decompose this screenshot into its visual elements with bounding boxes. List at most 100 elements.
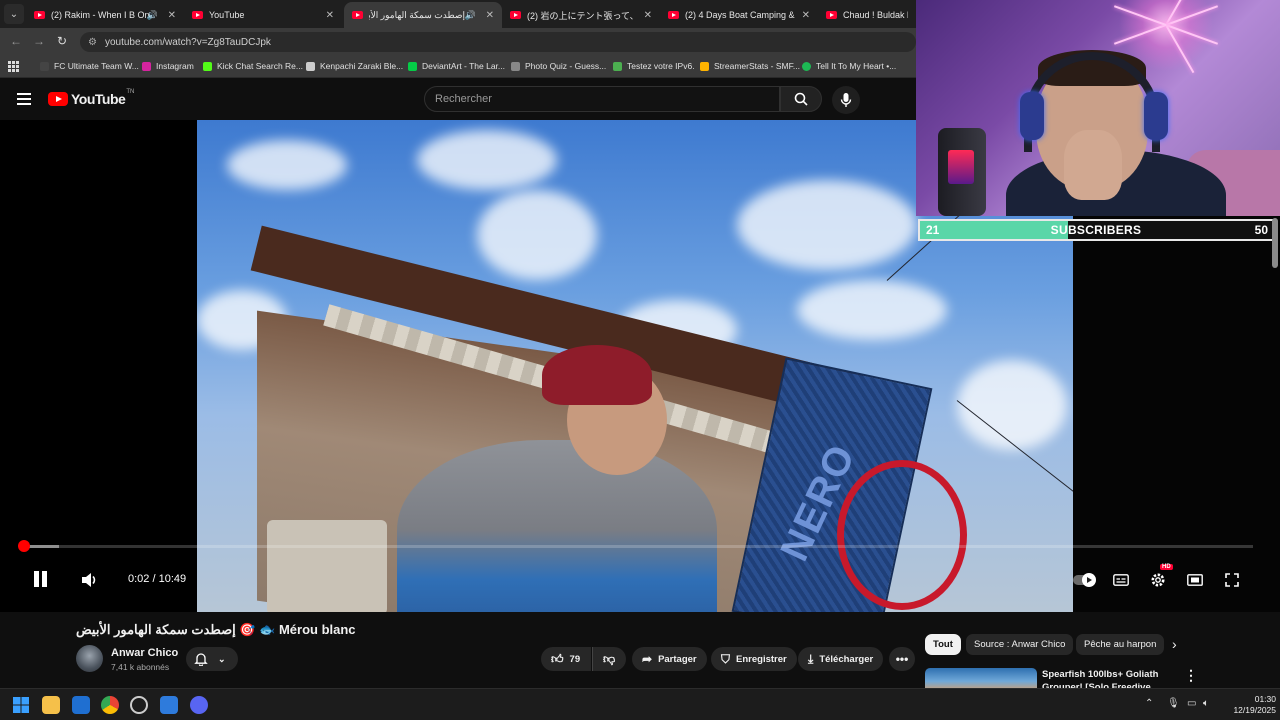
chevron-up-icon[interactable]: ⌃ (1145, 698, 1153, 709)
voice-search-button[interactable] (832, 86, 860, 114)
apps-grid-icon[interactable] (8, 61, 19, 72)
forward-arrow-icon[interactable]: → (33, 34, 45, 48)
volume-tray-icon[interactable]: 🔈︎ (1203, 698, 1209, 709)
youtube-favicon-icon (352, 11, 363, 19)
pause-button[interactable] (32, 570, 48, 588)
app-icon[interactable] (160, 696, 178, 714)
site-info-icon[interactable]: ⚙ (88, 37, 97, 48)
bookmark-favicon-icon (613, 61, 622, 71)
bookmark-item[interactable]: Testez votre IPv6. (613, 61, 695, 71)
file-explorer-icon[interactable] (42, 696, 60, 714)
youtube-favicon-icon (192, 11, 203, 19)
browser-tab[interactable]: (2) 4 Days Boat Camping & Cat ✕ (660, 2, 818, 28)
bookmark-item[interactable]: StreamerStats - SMF... (700, 61, 800, 71)
like-button[interactable]: 👍︎ 79 (541, 647, 591, 671)
youtube-favicon-icon (668, 11, 679, 19)
tab-search-chevron-icon[interactable]: ⌄ (4, 4, 24, 24)
browser-tab[interactable]: YouTube ✕ (184, 2, 342, 28)
more-actions-button[interactable]: ••• (889, 647, 915, 671)
bookmark-label: Testez votre IPv6. (627, 61, 695, 71)
channel-subscriber-count: 7,41 k abonnés (111, 662, 170, 672)
bell-icon (194, 653, 208, 666)
thumbs-down-icon: 👎︎ (603, 651, 616, 666)
video-title: إصطدت سمكة الهامور الأبيض 🎯 🐟 Mérou blan… (76, 622, 356, 637)
app-icon[interactable] (130, 696, 148, 714)
chip-topic[interactable]: Pêche au harpon (1076, 634, 1165, 655)
chip-source[interactable]: Source : Anwar Chico (966, 634, 1074, 655)
microphone-tray-icon[interactable]: 🎙︎ (1167, 698, 1180, 709)
bookmark-item[interactable]: Kenpachi Zaraki Ble... (306, 61, 403, 71)
url-input[interactable]: ⚙ youtube.com/watch?v=Zg8TauDCJpk (80, 32, 916, 52)
tab-close-icon[interactable]: ✕ (644, 10, 652, 21)
back-arrow-icon[interactable]: ← (10, 34, 22, 48)
subtitles-icon (1113, 574, 1129, 586)
dislike-button[interactable]: 👎︎ (592, 647, 626, 671)
bookmark-item[interactable]: FC Ultimate Team W... (40, 61, 139, 71)
autoplay-toggle[interactable] (1073, 573, 1096, 587)
channel-name[interactable]: Anwar Chico (111, 647, 178, 659)
clock-time: 01:30 (1254, 694, 1276, 704)
reload-icon[interactable]: ↻ (57, 34, 67, 48)
search-input[interactable]: Rechercher (424, 86, 780, 112)
browser-tab[interactable]: Chaud ! Buldak bouilli (818, 2, 916, 28)
fullscreen-button[interactable] (1223, 570, 1241, 590)
tab-close-icon[interactable]: ✕ (802, 10, 810, 21)
recommendation-thumbnail[interactable] (925, 668, 1037, 690)
deviantart-icon (408, 61, 417, 71)
microphone-icon (840, 93, 852, 107)
search-placeholder: Rechercher (435, 93, 492, 105)
person-jacket (397, 440, 717, 612)
bookmark-item[interactable]: DeviantArt - The Lar... (408, 61, 505, 71)
volume-icon (82, 573, 96, 587)
theater-mode-button[interactable] (1186, 570, 1204, 590)
windows-start-icon[interactable] (12, 696, 30, 714)
tab-close-icon[interactable]: ✕ (486, 10, 494, 21)
notification-bell-button[interactable]: ⌄ (186, 647, 238, 671)
mail-icon[interactable] (72, 696, 90, 714)
tab-title: (2) 岩の上にテント張って、一日釣り (527, 10, 639, 21)
progress-scrubber[interactable] (17, 540, 30, 552)
volume-button[interactable] (80, 570, 100, 590)
tab-title: إصطدت سمكة الهامور الأبيض (369, 9, 465, 20)
hd-badge: HD (1160, 564, 1173, 570)
bookmark-item[interactable]: Kick Chat Search Re... (203, 61, 303, 71)
youtube-favicon-icon (826, 11, 837, 19)
youtube-header: YouTube TN Rechercher (0, 80, 916, 120)
more-horizontal-icon: ••• (895, 652, 909, 666)
tab-close-icon[interactable]: ✕ (326, 10, 334, 21)
thumbs-up-icon: 👍︎ (551, 651, 564, 666)
browser-tab[interactable]: (2) Rakim - When I B On Tha 🔊 ✕ (26, 2, 184, 28)
chip-all[interactable]: Tout (925, 634, 961, 655)
subtitles-button[interactable] (1112, 570, 1130, 590)
share-button[interactable]: ➦ Partager (632, 647, 707, 671)
bookmark-item[interactable]: Photo Quiz - Guess... (511, 61, 606, 71)
chrome-icon[interactable] (101, 696, 119, 714)
sub-goal-target: 50 (1254, 223, 1268, 237)
download-button[interactable]: ⤓ Télécharger (798, 647, 884, 671)
system-clock[interactable]: 01:30 12/19/2025 (1224, 694, 1276, 716)
search-button[interactable] (780, 86, 822, 112)
page-scrollbar[interactable] (1272, 218, 1278, 268)
bookmark-item[interactable]: Instagram (142, 61, 194, 71)
bookmark-item[interactable]: Tell It To My Heart •... (802, 61, 896, 71)
bookmark-icon: ⛉ (721, 651, 731, 666)
tab-title: (2) Rakim - When I B On Tha (51, 10, 151, 20)
save-button[interactable]: ⛉ Enregistrer (711, 647, 797, 671)
speaker-icon[interactable]: 🔊 (147, 10, 158, 21)
browser-tab[interactable]: (2) 岩の上にテント張って、一日釣り ✕ (502, 2, 660, 28)
sub-goal-label: SUBSCRIBERS (1050, 223, 1142, 237)
avatar[interactable] (76, 645, 103, 672)
youtube-logo[interactable]: YouTube TN (48, 89, 134, 107)
menu-icon[interactable] (17, 93, 31, 105)
tab-close-icon[interactable]: ✕ (168, 10, 176, 21)
recommendation-title[interactable]: Spearfish 100lbs+ Goliath Grouper! [Solo… (1042, 668, 1172, 690)
network-icon[interactable]: ▭ (1187, 698, 1196, 709)
progress-bar[interactable] (20, 545, 1253, 548)
more-vertical-icon[interactable]: ⋮ (1184, 667, 1198, 684)
settings-button[interactable] (1149, 570, 1167, 590)
bookmark-label: Kick Chat Search Re... (217, 61, 303, 71)
speaker-icon[interactable]: 🔊 (465, 10, 476, 21)
browser-tab-active[interactable]: إصطدت سمكة الهامور الأبيض 🔊 ✕ (344, 2, 502, 28)
discord-icon[interactable] (190, 696, 208, 714)
chevron-right-icon[interactable]: › (1172, 636, 1177, 652)
